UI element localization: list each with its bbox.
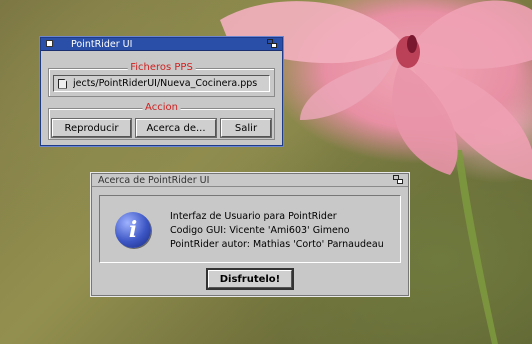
ok-button[interactable]: Disfrutelo!	[206, 268, 294, 290]
about-line-ui: Interfaz de Usuario para PointRider	[170, 211, 337, 222]
actions-group: Accion Reproducir Acerca de... Salir	[48, 102, 275, 140]
about-window-title: Acerca de PointRider UI	[98, 175, 210, 186]
about-window: Acerca de PointRider UI i Interfaz de Us…	[91, 173, 409, 296]
about-text: Interfaz de Usuario para PointRider Codi…	[170, 210, 384, 252]
files-group-label: Ficheros PPS	[127, 62, 196, 73]
main-window-title: PointRider UI	[71, 39, 133, 50]
files-group: Ficheros PPS jects/PointRiderUI/Nueva_Co…	[48, 62, 275, 97]
about-line-pointrider-author: PointRider autor: Mathias 'Corto' Parnau…	[170, 239, 384, 250]
about-window-titlebar[interactable]: Acerca de PointRider UI	[92, 174, 408, 187]
play-button[interactable]: Reproducir	[51, 118, 132, 138]
about-line-gui-author: Codigo GUI: Vicente 'Ami603' Gimeno	[170, 225, 350, 236]
pointrider-main-window: PointRider UI Ficheros PPS jects/PointRi…	[40, 37, 283, 146]
info-icon-glyph: i	[128, 217, 138, 243]
file-path-field[interactable]: jects/PointRiderUI/Nueva_Cocinera.pps	[53, 75, 270, 92]
about-button[interactable]: Acerca de...	[135, 118, 217, 138]
file-path-text: jects/PointRiderUI/Nueva_Cocinera.pps	[73, 78, 258, 89]
about-message-panel: i Interfaz de Usuario para PointRider Co…	[99, 195, 401, 263]
file-icon[interactable]	[58, 78, 67, 89]
depth-gadget-icon[interactable]	[267, 39, 278, 49]
quit-button[interactable]: Salir	[220, 118, 272, 138]
depth-gadget-icon[interactable]	[393, 175, 404, 185]
main-window-titlebar[interactable]: PointRider UI	[41, 38, 282, 51]
close-icon[interactable]	[46, 40, 53, 47]
info-icon: i	[115, 212, 151, 248]
actions-group-label: Accion	[142, 102, 181, 113]
